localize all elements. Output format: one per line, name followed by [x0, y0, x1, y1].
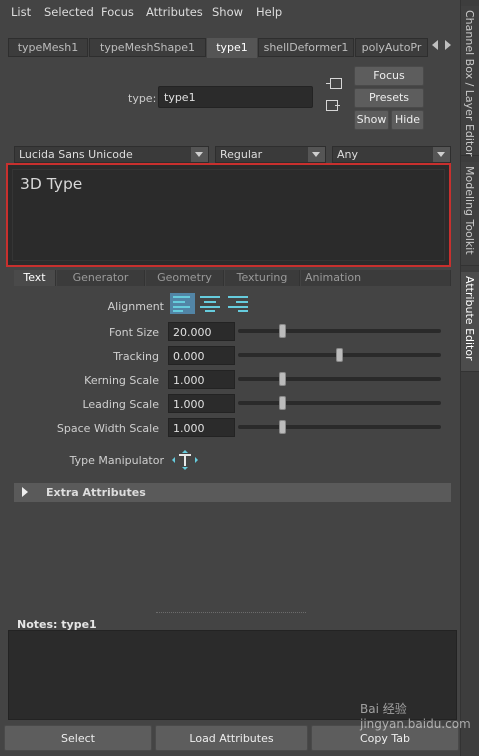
node-name-field[interactable]: type1 [158, 86, 313, 108]
load-selected-icon[interactable] [326, 78, 342, 89]
font-family-value: Lucida Sans Unicode [19, 148, 133, 161]
menu-show[interactable]: Show [212, 5, 243, 19]
subtab-generator[interactable]: Generator [57, 270, 145, 286]
font-family-dropdown[interactable]: Lucida Sans Unicode [14, 146, 209, 163]
kerning-scale-slider[interactable] [238, 372, 441, 386]
chevron-down-icon [433, 147, 450, 162]
menu-list[interactable]: List [11, 5, 31, 19]
load-attributes-button[interactable]: Load Attributes [155, 725, 308, 751]
align-left-icon[interactable] [170, 293, 195, 314]
section-tabs: Text Generator Geometry Texturing Animat… [14, 270, 451, 286]
hide-button[interactable]: Hide [391, 110, 424, 130]
select-button[interactable]: Select [4, 725, 152, 751]
subtab-texturing[interactable]: Texturing [225, 270, 300, 286]
tracking-slider[interactable] [238, 348, 441, 362]
slider-thumb[interactable] [279, 396, 287, 410]
writing-system-value: Any [337, 148, 359, 161]
leading-scale-label: Leading Scale [82, 398, 159, 411]
side-tab-label: Modeling Toolkit [463, 166, 476, 255]
menubar: List Selected Focus Attributes Show Help [0, 0, 460, 24]
side-tab-modeling-toolkit[interactable]: Modeling Toolkit [461, 162, 479, 266]
tab-typemeshshape1[interactable]: typeMeshShape1 [89, 38, 206, 57]
side-tab-strip: Channel Box / Layer Editor Modeling Tool… [460, 0, 479, 756]
slider-thumb[interactable] [279, 372, 287, 386]
leading-scale-field[interactable]: 1.000 [168, 394, 235, 413]
chevron-down-icon [308, 147, 325, 162]
node-tabs: typeMesh1 typeMeshShape1 type1 shellDefo… [8, 38, 428, 58]
presets-button[interactable]: Presets [354, 88, 424, 108]
panel-splitter[interactable] [156, 612, 306, 613]
font-size-field[interactable]: 20.000 [168, 322, 235, 341]
chevron-down-icon [191, 147, 208, 162]
watermark: Bai 经验 jingyan.baidu.com [360, 702, 471, 731]
show-button[interactable]: Show [354, 110, 389, 130]
focus-button[interactable]: Focus [354, 66, 424, 86]
align-right-icon[interactable] [225, 293, 250, 314]
kerning-scale-field[interactable]: 1.000 [168, 370, 235, 389]
node-type-label: type: [128, 92, 157, 105]
expand-triangle-icon [22, 487, 28, 497]
type-manipulator-label: Type Manipulator [69, 454, 164, 467]
type-text-box: 3D Type [6, 163, 451, 267]
type-manipulator-icon[interactable] [172, 450, 198, 470]
subtab-text[interactable]: Text [14, 270, 56, 286]
font-style-value: Regular [220, 148, 263, 161]
kerning-scale-label: Kerning Scale [84, 374, 159, 387]
extra-attributes-label: Extra Attributes [46, 486, 146, 499]
font-size-label: Font Size [108, 326, 159, 339]
tab-polyautopr[interactable]: polyAutoPr [355, 38, 428, 57]
menu-selected[interactable]: Selected [44, 5, 94, 19]
tab-scroll-right-icon[interactable] [445, 40, 451, 50]
tracking-field[interactable]: 0.000 [168, 346, 235, 365]
copy-tab-icon[interactable] [326, 100, 340, 111]
menu-focus[interactable]: Focus [101, 5, 134, 19]
side-tab-label: Attribute Editor [463, 276, 476, 361]
writing-system-dropdown[interactable]: Any [332, 146, 451, 163]
font-style-dropdown[interactable]: Regular [215, 146, 326, 163]
alignment-label: Alignment [107, 300, 164, 313]
space-width-scale-slider[interactable] [238, 420, 441, 434]
tab-scroll-left-icon[interactable] [432, 40, 438, 50]
side-tab-attribute-editor[interactable]: Attribute Editor [461, 272, 479, 372]
tab-typemesh1[interactable]: typeMesh1 [8, 38, 88, 57]
subtab-geometry[interactable]: Geometry [146, 270, 224, 286]
slider-thumb[interactable] [336, 348, 343, 362]
slider-thumb[interactable] [279, 324, 287, 338]
tab-type1[interactable]: type1 [207, 38, 257, 58]
side-tab-channel-box[interactable]: Channel Box / Layer Editor [461, 6, 479, 157]
leading-scale-slider[interactable] [238, 396, 441, 410]
extra-attributes-section[interactable]: Extra Attributes [14, 483, 451, 502]
type-text-input[interactable]: 3D Type [12, 169, 445, 261]
tab-shelldeformer1[interactable]: shellDeformer1 [258, 38, 354, 57]
slider-thumb[interactable] [279, 420, 287, 434]
tracking-label: Tracking [113, 350, 159, 363]
space-width-scale-label: Space Width Scale [56, 422, 159, 435]
menu-attributes[interactable]: Attributes [146, 5, 203, 19]
subtab-animation[interactable]: Animation [301, 270, 451, 286]
align-center-icon[interactable] [198, 293, 223, 314]
space-width-scale-field[interactable]: 1.000 [168, 418, 235, 437]
side-tab-label: Channel Box / Layer Editor [463, 10, 476, 157]
font-size-slider[interactable] [238, 324, 441, 338]
menu-help[interactable]: Help [256, 5, 282, 19]
